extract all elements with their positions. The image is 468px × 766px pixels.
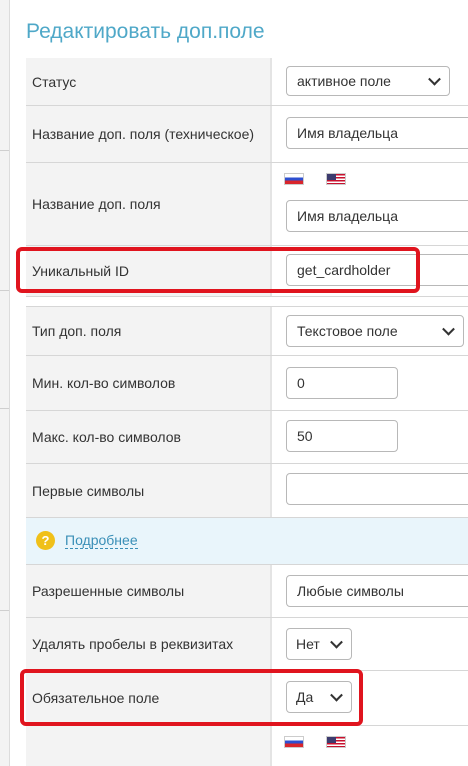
allowed-chars-select[interactable]: Любые символы: [286, 575, 468, 607]
tech-name-input[interactable]: Имя владельца: [286, 117, 468, 149]
allowed-chars-label: Разрешенные символы: [26, 565, 272, 617]
question-icon: ?: [36, 531, 55, 550]
row-min-chars: Мин. кол-во символов 0: [26, 356, 468, 411]
status-select-value: активное поле: [297, 73, 391, 89]
chevron-down-icon: [330, 635, 343, 649]
row-name: Название доп. поля Имя владельца: [26, 163, 468, 246]
tech-name-label: Название доп. поля (техническое): [26, 106, 272, 162]
strip-spaces-value-cell: Нет: [274, 618, 468, 670]
flag-us-icon[interactable]: [326, 173, 346, 185]
type-select[interactable]: Текстовое поле: [286, 315, 464, 347]
min-chars-value-cell: 0: [274, 356, 468, 410]
divider: [0, 610, 9, 611]
min-chars-input[interactable]: 0: [286, 367, 398, 399]
type-value-cell: Текстовое поле: [274, 307, 468, 355]
divider: [0, 290, 9, 291]
min-chars-input-value: 0: [297, 375, 305, 391]
status-label: Статус: [26, 58, 272, 105]
highlight-required: [20, 669, 363, 726]
allowed-chars-select-value: Любые символы: [297, 583, 404, 599]
chevron-down-icon: [428, 72, 441, 86]
first-chars-value-cell: [274, 464, 468, 517]
left-panel-edge: [0, 0, 10, 766]
max-chars-label: Макс. кол-во символов: [26, 411, 272, 463]
info-bar: ? Подробнее: [26, 518, 468, 565]
name-input-value: Имя владельца: [297, 208, 398, 224]
row-allowed-chars: Разрешенные символы Любые символы: [26, 565, 468, 618]
max-chars-input-value: 50: [297, 428, 313, 444]
name-input[interactable]: Имя владельца: [286, 200, 468, 232]
status-select[interactable]: активное поле: [286, 66, 450, 96]
first-chars-label: Первые символы: [26, 464, 272, 517]
flag-us-icon[interactable]: [326, 736, 346, 748]
name-value-cell: Имя владельца: [274, 163, 468, 245]
first-chars-input[interactable]: [286, 473, 468, 505]
row-strip-spaces: Удалять пробелы в реквизитах Нет: [26, 618, 468, 671]
type-select-value: Текстовое поле: [297, 323, 398, 339]
row-type: Тип доп. поля Текстовое поле: [26, 307, 468, 356]
row-status: Статус активное поле: [26, 58, 468, 106]
max-chars-value-cell: 50: [274, 411, 468, 463]
status-value-cell: активное поле: [274, 58, 468, 105]
details-link[interactable]: Подробнее: [65, 533, 138, 549]
row-max-chars: Макс. кол-во символов 50: [26, 411, 468, 464]
page-title: Редактировать доп.поле: [26, 20, 265, 43]
min-chars-label: Мин. кол-во символов: [26, 356, 272, 410]
tech-name-value-cell: Имя владельца: [274, 106, 468, 162]
row-tech-name: Название доп. поля (техническое) Имя вла…: [26, 106, 468, 163]
divider: [0, 150, 9, 151]
strip-spaces-label: Удалять пробелы в реквизитах: [26, 618, 272, 670]
name-label: Название доп. поля: [26, 163, 272, 245]
allowed-chars-value-cell: Любые символы: [274, 565, 468, 617]
max-chars-input[interactable]: 50: [286, 420, 398, 452]
row-first-chars: Первые символы: [26, 464, 468, 518]
chevron-down-icon: [442, 322, 455, 336]
last-label: [26, 726, 272, 766]
row-spacer: [26, 297, 468, 307]
strip-spaces-select-value: Нет: [296, 636, 320, 652]
tech-name-input-value: Имя владельца: [297, 125, 398, 141]
divider: [0, 408, 9, 409]
type-label: Тип доп. поля: [26, 307, 272, 355]
flag-ru-icon[interactable]: [284, 173, 304, 185]
strip-spaces-select[interactable]: Нет: [286, 628, 352, 660]
last-value-cell: [274, 726, 468, 766]
flag-ru-icon[interactable]: [284, 736, 304, 748]
highlight-unique-id: [16, 247, 420, 293]
row-last: [26, 726, 468, 766]
